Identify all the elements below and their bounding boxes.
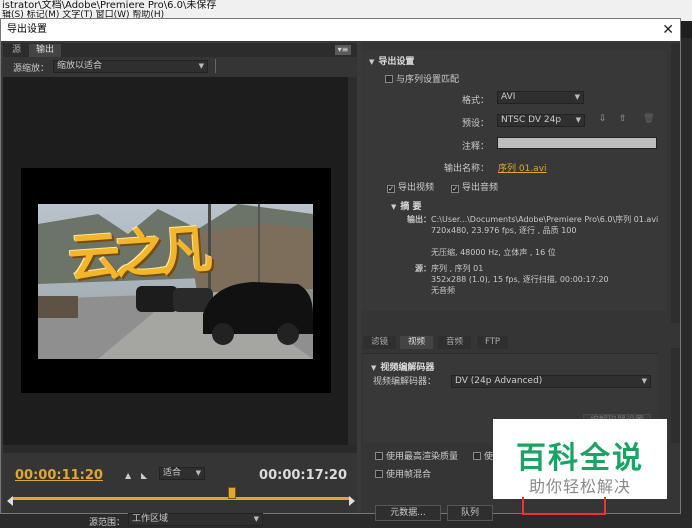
max-render-quality-checkbox[interactable]: 使用最高渲染质量 [375,449,458,462]
summary-output-line: C:\User...\Documents\Adobe\Premiere Pro\… [431,215,659,224]
summary-output-line: 720x480, 23.976 fps, 逐行 , 品质 100 [431,226,577,235]
tab-video[interactable]: 视频 [400,336,434,349]
preview-horizontal-scrollbar[interactable] [3,445,357,453]
checkbox-icon [385,75,393,83]
output-name-label: 输出名称： [443,164,489,174]
delete-preset-icon[interactable]: 🗑 [643,114,654,124]
fit-value: 适合 [163,468,182,478]
source-range-value: 工作区域 [132,514,169,524]
set-out-point-icon[interactable]: ◣ [141,471,147,480]
dialog-title: 导出设置 [7,24,47,35]
frame-blending-checkbox[interactable]: 使用帧混合 [375,467,431,480]
tab-source[interactable]: 源 [5,44,28,57]
highlight-frame [522,497,606,515]
checkbox-icon [375,470,383,478]
video-codec-label: 视频编解码器： [373,377,437,387]
fit-dropdown[interactable]: 适合 ▼ [159,467,205,480]
settings-subtabs: 滤镜 视频 音频 FTP [363,336,663,349]
format-label: 格式： [461,96,489,106]
codec-vertical-scrollbar[interactable] [671,348,680,443]
preset-label: 预设： [461,119,489,129]
output-preview-monitor: 云之凡 [3,77,348,445]
tab-output[interactable]: 输出 [29,44,62,57]
use-previews-checkbox[interactable]: 使 [473,449,493,462]
preset-value: NTSC DV 24p [501,115,562,125]
playhead-handle[interactable] [228,487,236,499]
work-area-timeline[interactable] [7,487,355,506]
close-icon[interactable]: ✕ [662,19,674,41]
match-sequence-checkbox[interactable]: 与序列设置匹配 [385,72,459,85]
source-range-label: 源范围： [89,518,126,528]
title-overlay-text: 云之凡 [66,219,209,290]
chevron-down-icon: ▼ [574,93,580,101]
checkbox-icon [473,452,481,460]
timecode-row: 00:00:11:20 ▲ ◣ 适合 ▼ 00:00:17:20 [3,463,357,485]
export-settings-section: ▼ 导出设置 与序列设置匹配 格式： AVI ▼ 预设： NTSC DV 24p … [361,51,666,311]
preview-panel: 源 输出 ▾≡ 源缩放： 缩放以适合 ▼ 云之凡 00:00:11:20 ▲ ◣… [3,43,357,528]
collapse-triangle-icon: ▼ [371,364,377,372]
queue-button[interactable]: 队列 [447,505,493,521]
comments-field[interactable] [497,137,657,149]
divider [215,59,216,73]
video-codec-header[interactable]: ▼ 视频编解码器 [371,360,434,373]
preview-tabs: 源 输出 ▾≡ [3,43,357,57]
checkbox-icon [375,452,383,460]
dialog-titlebar: 导出设置 ✕ [1,19,680,41]
summary-source-line: 352x288 (1.0), 15 fps, 逐行扫描, 00:00:17:20 [431,275,609,284]
settings-vertical-scrollbar[interactable] [671,43,680,323]
watermark-overlay: 百科全说 助你轻松解决 [493,419,667,499]
checkmark-icon: ✓ [387,185,395,193]
source-scaling-dropdown[interactable]: 缩放以适合 ▼ [53,60,208,73]
source-scaling-row: 源缩放： 缩放以适合 ▼ [3,57,357,75]
output-name-link[interactable]: 序列 01.avi [498,161,547,174]
panel-menu-icon[interactable]: ▾≡ [335,45,351,55]
summary-header[interactable]: ▼ 摘 要 [391,199,422,212]
in-marker-icon[interactable] [7,496,13,506]
summary-output-label: 输出： [407,215,431,224]
duration-timecode: 00:00:17:20 [259,468,347,483]
format-value: AVI [501,92,516,102]
export-audio-checkbox[interactable]: ✓ 导出音频 [451,180,498,193]
summary-source-label: 源： [415,264,431,273]
summary-source-line: 无音频 [431,286,455,295]
source-scaling-value: 缩放以适合 [57,61,103,71]
source-scaling-label: 源缩放： [13,64,50,74]
collapse-triangle-icon: ▼ [391,203,397,211]
video-codec-dropdown[interactable]: DV (24p Advanced) ▼ [451,375,651,388]
chevron-down-icon: ▼ [641,377,647,385]
import-preset-icon[interactable]: ⇧ [619,114,627,124]
tab-filters[interactable]: 滤镜 [363,336,397,349]
collapse-triangle-icon: ▼ [369,58,375,66]
video-frame: 云之凡 [21,168,331,393]
comments-label: 注释： [461,142,489,152]
checkmark-icon: ✓ [451,185,459,193]
format-dropdown[interactable]: AVI ▼ [497,91,584,104]
source-range-dropdown[interactable]: 工作区域 ▼ [128,513,263,526]
save-preset-icon[interactable]: ⇩ [599,114,607,124]
preset-dropdown[interactable]: NTSC DV 24p ▼ [497,114,585,127]
tab-audio[interactable]: 音频 [438,336,472,349]
out-marker-icon[interactable] [349,496,355,506]
tab-ftp[interactable]: FTP [477,336,509,349]
summary-output-line: 无压缩, 48000 Hz, 立体声 , 16 位 [431,248,556,257]
video-codec-value: DV (24p Advanced) [455,376,543,386]
chevron-down-icon: ▼ [575,116,581,124]
export-settings-header[interactable]: ▼ 导出设置 [369,54,414,67]
work-area-bar [11,497,351,500]
video-preview-image: 云之凡 [38,204,313,359]
metadata-button[interactable]: 元数据... [375,505,441,521]
watermark-subtitle: 助你轻松解决 [528,477,631,496]
summary-source-line: 序列 , 序列 01 [431,264,484,273]
chevron-down-icon: ▼ [198,62,204,70]
preview-vertical-scrollbar[interactable] [348,77,357,445]
source-range-row: 源范围： 工作区域 ▼ [3,511,357,528]
chevron-down-icon: ▼ [253,515,259,523]
chevron-down-icon: ▼ [195,469,201,477]
watermark-title: 百科全说 [516,441,644,476]
export-video-checkbox[interactable]: ✓ 导出视频 [387,180,434,193]
set-in-point-icon[interactable]: ▲ [125,471,131,480]
current-timecode[interactable]: 00:00:11:20 [15,468,103,483]
